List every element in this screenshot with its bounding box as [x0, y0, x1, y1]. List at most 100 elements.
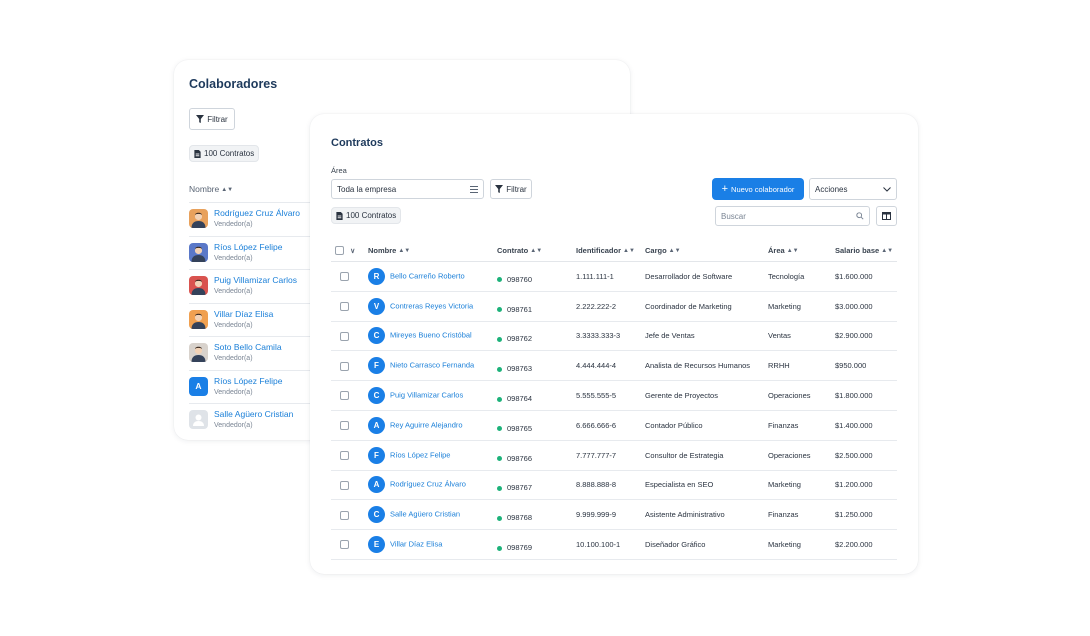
list-item[interactable]: Villar Díaz Elisa Vendedor(a) — [189, 302, 315, 337]
contract-cell: 098765 — [497, 410, 576, 441]
table-row[interactable]: C Mireyes Bueno Cristóbal 098762 3.3333.333… — [331, 321, 897, 352]
row-checkbox[interactable] — [340, 391, 349, 401]
cargo-cell: Asistente Administrativo — [645, 499, 768, 531]
list-item[interactable]: Rodríguez Cruz Álvaro Vendedor(a) — [189, 202, 315, 236]
cargo-cell: Jefe de Ventas — [645, 321, 768, 352]
table-row[interactable]: A Rodríguez Cruz Álvaro 098767 8.888.888-8 E… — [331, 470, 897, 501]
name-cell: E Villar Díaz Elisa — [368, 529, 497, 560]
row-select-cell — [331, 499, 368, 531]
salary-cell: $2.200.000 — [835, 529, 897, 560]
table-row[interactable]: F Nieto Carrasco Fernanda 098763 4.444.444-… — [331, 350, 897, 382]
collaborator-name[interactable]: Puig Villamizar Carlos — [214, 275, 297, 285]
contract-cell: 098768 — [497, 499, 576, 531]
collaborator-role: Vendedor(a) — [214, 254, 253, 262]
row-checkbox[interactable] — [340, 361, 349, 371]
collaborator-name[interactable]: Rodríguez Cruz Álvaro — [214, 208, 300, 218]
list-item[interactable]: Puig Villamizar Carlos Vendedor(a) — [189, 269, 315, 303]
area-select[interactable]: Toda la empresa — [331, 179, 484, 199]
employee-name-link[interactable]: Rey Aguirre Alejandro — [390, 420, 463, 429]
cargo-cell: Diseñador Gráfico — [645, 529, 768, 560]
table-row[interactable]: E Villar Díaz Elisa 098769 10.100.100-1 Dise… — [331, 529, 897, 560]
plus-icon: + — [721, 182, 729, 195]
actions-label: Acciones — [815, 184, 848, 194]
identifier-cell: 3.3333.333-3 — [576, 321, 645, 352]
identifier-cell: 8.888.888-8 — [576, 470, 645, 501]
column-header-label: Nombre — [368, 246, 397, 255]
area-label: Área — [331, 166, 347, 175]
list-item[interactable]: Soto Bello Camila Vendedor(a) — [189, 336, 315, 370]
name-cell: A Rodríguez Cruz Álvaro — [368, 470, 497, 501]
collaborator-name[interactable]: Salle Agüero Cristian — [214, 409, 293, 419]
column-header-cargo[interactable]: Cargo ▲▼ — [645, 240, 768, 262]
row-checkbox[interactable] — [340, 540, 349, 550]
table-row[interactable]: C Puig Villamizar Carlos 098764 5.555.555-5… — [331, 380, 897, 411]
sort-icon: ▲▼ — [221, 186, 234, 193]
row-checkbox[interactable] — [340, 331, 349, 341]
new-collaborator-button[interactable]: + Nuevo colaborador — [712, 178, 804, 200]
column-header-identificador[interactable]: Identificador ▲▼ — [576, 240, 645, 262]
salary-cell: $1.250.000 — [835, 499, 897, 531]
name-cell: F Nieto Carrasco Fernanda — [368, 350, 497, 382]
contract-cell: 098769 — [497, 529, 576, 560]
employee-name-link[interactable]: Villar Díaz Elisa — [390, 540, 442, 549]
employee-name-link[interactable]: Bello Carreño Roberto — [390, 271, 465, 280]
collaborator-name[interactable]: Villar Díaz Elisa — [214, 309, 273, 319]
list-item[interactable]: Salle Agüero Cristian Vendedor(a) — [189, 403, 315, 437]
list-icon — [470, 185, 478, 193]
avatar-initial: R — [368, 267, 385, 285]
identifier-cell: 9.999.999-9 — [576, 499, 645, 531]
column-header-nombre[interactable]: Nombre ▲▼ — [189, 184, 233, 194]
name-cell: C Mireyes Bueno Cristóbal — [368, 321, 497, 352]
filter-button[interactable]: Filtrar — [490, 179, 532, 199]
actions-dropdown[interactable]: Acciones — [809, 178, 897, 200]
employee-name-link[interactable]: Contreras Reyes Victoria — [390, 301, 473, 310]
column-header-salario[interactable]: Salario base ▲▼ — [835, 240, 897, 262]
contract-number: 098760 — [507, 274, 533, 284]
employee-name-link[interactable]: Puig Villamizar Carlos — [390, 391, 463, 400]
table-row[interactable]: A Rey Aguirre Alejandro 098765 6.666.666-6 C… — [331, 410, 897, 441]
status-dot-icon — [497, 307, 502, 313]
collaborator-name[interactable]: Ríos López Felipe — [214, 376, 283, 386]
status-dot-icon — [497, 396, 502, 402]
salary-cell: $1.400.000 — [835, 410, 897, 441]
table-row[interactable]: V Contreras Reyes Victoria 098761 2.222.222… — [331, 291, 897, 322]
row-checkbox[interactable] — [340, 272, 349, 282]
table-row[interactable]: F Ríos López Felipe 098766 7.777.777-7 Consu… — [331, 440, 897, 471]
filter-button[interactable]: Filtrar — [189, 108, 235, 130]
column-header-nombre[interactable]: Nombre ▲▼ — [368, 240, 497, 262]
row-checkbox[interactable] — [340, 421, 349, 431]
salary-cell: $1.800.000 — [835, 380, 897, 411]
employee-name-link[interactable]: Nieto Carrasco Fernanda — [390, 361, 474, 370]
avatar-initial: A — [189, 376, 208, 396]
column-header-area[interactable]: Área ▲▼ — [768, 240, 835, 262]
avatar-initial: C — [368, 327, 385, 345]
table-row[interactable]: R Bello Carreño Roberto 098760 1.111.111-1 D… — [331, 261, 897, 292]
chevron-down-icon[interactable]: ∨ — [350, 248, 355, 255]
row-checkbox[interactable] — [340, 450, 349, 460]
row-checkbox[interactable] — [340, 510, 349, 520]
employee-name-link[interactable]: Salle Agüero Cristian — [390, 510, 460, 519]
select-all-cell: ∨ — [331, 240, 368, 262]
employee-name-link[interactable]: Mireyes Bueno Cristóbal — [390, 331, 472, 340]
columns-button[interactable] — [876, 206, 897, 226]
row-checkbox[interactable] — [340, 480, 349, 490]
employee-name-link[interactable]: Rodríguez Cruz Álvaro — [390, 480, 466, 489]
status-dot-icon — [497, 426, 502, 432]
list-item[interactable]: Ríos López Felipe Vendedor(a) — [189, 235, 315, 270]
select-all-checkbox[interactable] — [335, 246, 344, 256]
collaborator-name[interactable]: Ríos López Felipe — [214, 242, 283, 252]
collaborator-role: Vendedor(a) — [214, 422, 253, 429]
contracts-count: 100 Contratos — [204, 149, 255, 158]
list-item[interactable]: A Ríos López Felipe Vendedor(a) — [189, 369, 315, 404]
area-cell: Operaciones — [768, 440, 835, 471]
employee-name-link[interactable]: Ríos López Felipe — [390, 450, 450, 459]
new-collaborator-label: Nuevo colaborador — [731, 184, 795, 194]
table-row[interactable]: C Salle Agüero Cristian 098768 9.999.999-9 A… — [331, 499, 897, 531]
row-checkbox[interactable] — [340, 301, 349, 311]
search-icon — [856, 212, 864, 220]
column-header-contrato[interactable]: Contrato ▲▼ — [497, 240, 576, 262]
search-input[interactable]: Buscar — [715, 206, 870, 226]
contratos-title: Contratos — [331, 137, 383, 149]
contract-cell: 098766 — [497, 440, 576, 471]
collaborator-name[interactable]: Soto Bello Camila — [214, 342, 282, 352]
